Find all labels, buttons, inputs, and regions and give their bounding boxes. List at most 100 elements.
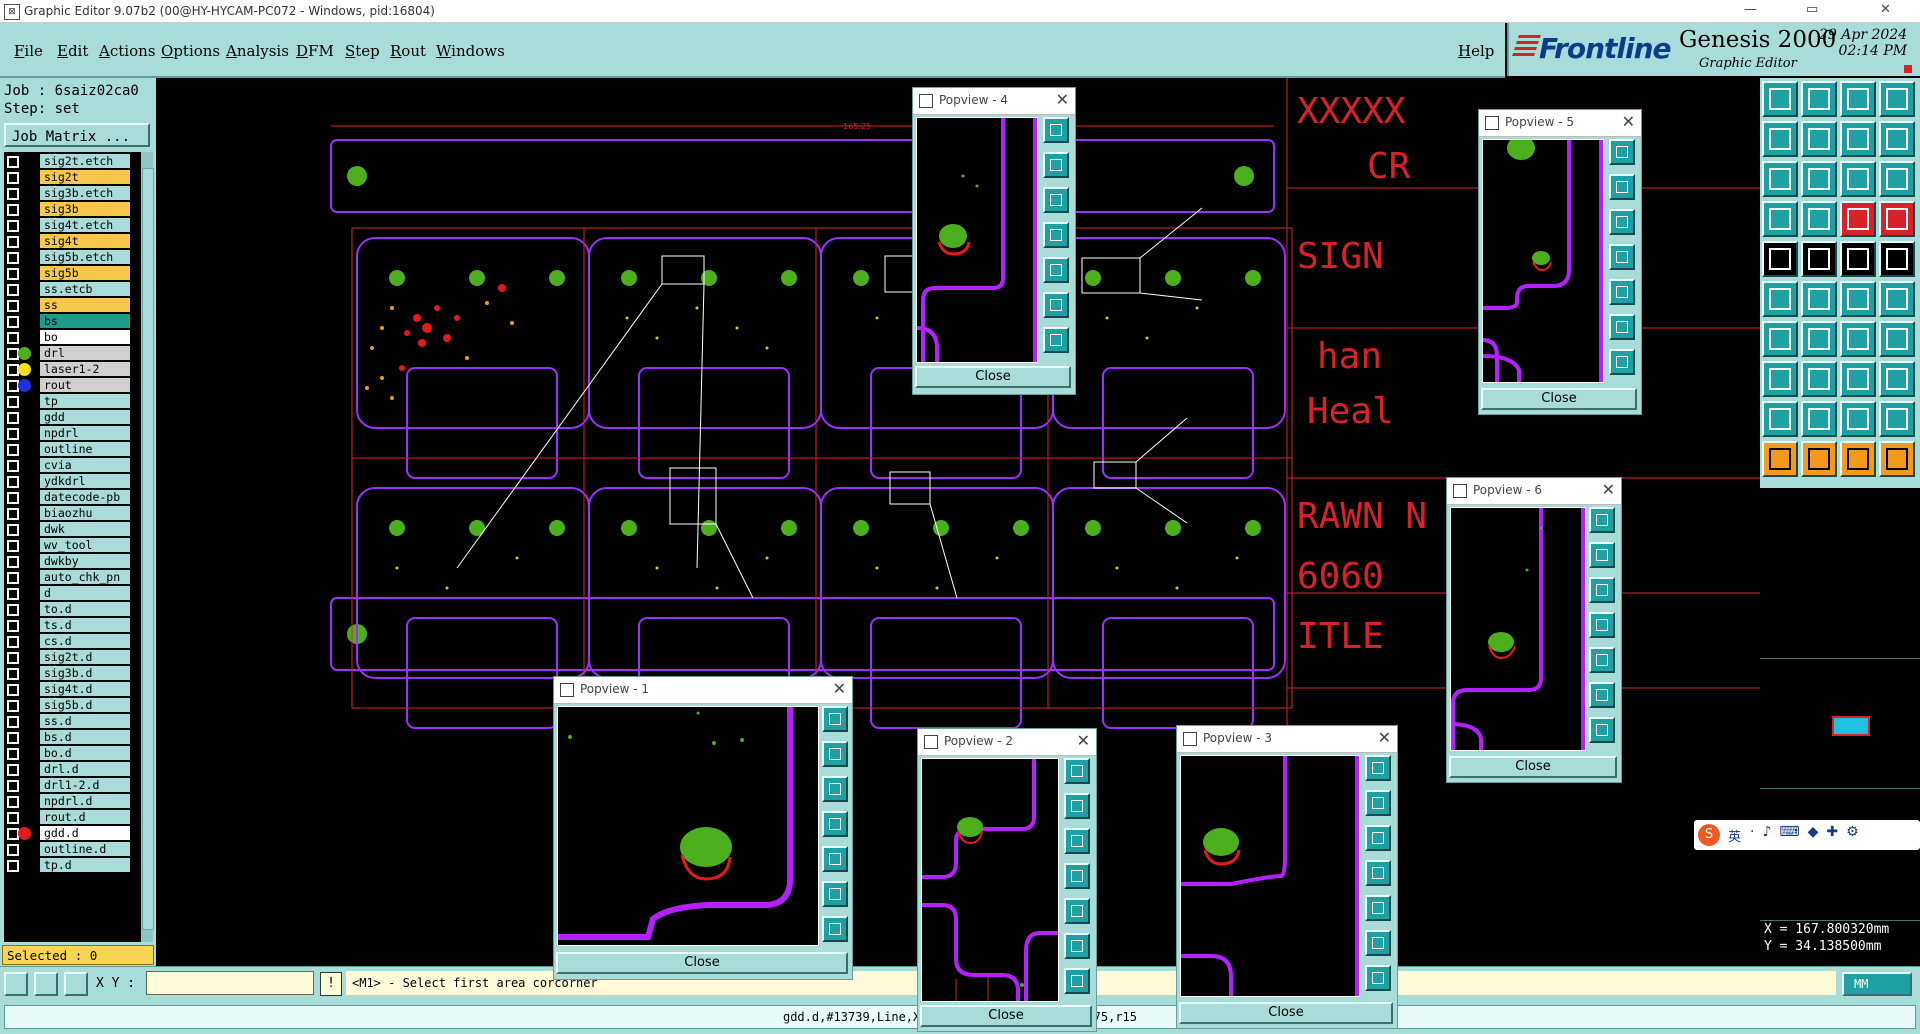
- layer-name[interactable]: sig2t: [40, 170, 130, 184]
- layer-name[interactable]: ss: [40, 298, 130, 312]
- layer-row[interactable]: sig3b.etch: [4, 186, 142, 201]
- popview-close-button[interactable]: Close: [915, 366, 1071, 388]
- pan-down-icon[interactable]: [1589, 577, 1615, 603]
- camera-icon[interactable]: [1762, 241, 1798, 277]
- layer-row[interactable]: cs.d: [4, 634, 142, 649]
- layer-checkbox[interactable]: [7, 396, 19, 408]
- layer-row[interactable]: sig3b.d: [4, 666, 142, 681]
- layer-checkbox[interactable]: [7, 300, 19, 312]
- layer-row[interactable]: gdd.d: [4, 826, 142, 841]
- layer-name[interactable]: bs.d: [40, 730, 130, 744]
- popview-close-button[interactable]: Close: [556, 952, 848, 974]
- cursor-mode-icon[interactable]: [4, 972, 28, 996]
- layer-checkbox[interactable]: [7, 636, 19, 648]
- pan-left-icon[interactable]: [1365, 860, 1391, 886]
- popview-1[interactable]: Popview - 1 ✕ Close: [553, 676, 853, 980]
- layer-name[interactable]: rout: [40, 378, 130, 392]
- popview-5[interactable]: Popview - 5 ✕ Close: [1478, 109, 1642, 415]
- layer-name[interactable]: ts.d: [40, 618, 130, 632]
- split-icon[interactable]: [1879, 321, 1915, 357]
- minimize-icon[interactable]: —: [1744, 2, 1757, 17]
- layer-checkbox[interactable]: [7, 540, 19, 552]
- popview-header[interactable]: Popview - 5 ✕: [1479, 110, 1641, 137]
- pointer4-icon[interactable]: [1879, 441, 1915, 477]
- close-window-icon[interactable]: ✕: [1880, 2, 1891, 17]
- snap-mode-icon[interactable]: [34, 972, 58, 996]
- layer-name[interactable]: sig2t.etch: [40, 154, 130, 168]
- layer-name[interactable]: sig4t: [40, 234, 130, 248]
- layer-checkbox[interactable]: [7, 492, 19, 504]
- ime-toolbar[interactable]: S 英 ·♪⌨◆✚⚙: [1694, 820, 1920, 850]
- layer-checkbox[interactable]: [7, 604, 19, 616]
- layer-name[interactable]: drl: [40, 346, 130, 360]
- a-icon[interactable]: [1801, 401, 1837, 437]
- pan-up-icon[interactable]: [1365, 790, 1391, 816]
- pan-down-icon[interactable]: [1609, 209, 1635, 235]
- layer-row[interactable]: tp: [4, 394, 142, 409]
- square-icon[interactable]: [1762, 361, 1798, 397]
- pin-icon[interactable]: [1801, 201, 1837, 237]
- layer-name[interactable]: drl.d: [40, 762, 130, 776]
- layer-checkbox[interactable]: [7, 668, 19, 680]
- zoom-out-icon[interactable]: [1589, 717, 1615, 743]
- layer-row[interactable]: dwkby: [4, 554, 142, 569]
- layer-name[interactable]: sig3b.d: [40, 666, 130, 680]
- layer-name[interactable]: sig4t.d: [40, 682, 130, 696]
- zoom-out-icon[interactable]: [822, 916, 848, 942]
- layer-row[interactable]: sig2t.etch: [4, 154, 142, 169]
- pan-right-icon[interactable]: [1043, 257, 1069, 283]
- layer-row[interactable]: sig2t: [4, 170, 142, 185]
- fit-icon[interactable]: [822, 881, 848, 907]
- menu-help[interactable]: Help: [1458, 42, 1494, 60]
- pan-right-icon[interactable]: [1609, 279, 1635, 305]
- fit-icon[interactable]: [1064, 933, 1090, 959]
- zoom-out-icon[interactable]: [1609, 349, 1635, 375]
- menu-rout[interactable]: Rout: [390, 42, 426, 60]
- layer-row[interactable]: sig4t: [4, 234, 142, 249]
- home-icon[interactable]: [1840, 81, 1876, 117]
- close-icon[interactable]: ✕: [1602, 480, 1615, 499]
- scale-icon[interactable]: [1879, 121, 1915, 157]
- layer-name[interactable]: tp.d: [40, 858, 130, 872]
- job-matrix-button[interactable]: Job Matrix ...: [4, 123, 150, 147]
- layer-name[interactable]: outline: [40, 442, 130, 456]
- zoom-out-icon[interactable]: [1043, 327, 1069, 353]
- layer-row[interactable]: sig4t.d: [4, 682, 142, 697]
- layer-row[interactable]: ss: [4, 298, 142, 313]
- circle-icon[interactable]: [1879, 241, 1915, 277]
- layer-name[interactable]: to.d: [40, 602, 130, 616]
- popview-canvas[interactable]: [1180, 755, 1360, 997]
- layer-row[interactable]: drl: [4, 346, 142, 361]
- close-icon[interactable]: ✕: [833, 679, 846, 698]
- layer-row[interactable]: bo: [4, 330, 142, 345]
- triangle2-icon[interactable]: [1840, 401, 1876, 437]
- grid-mode-icon[interactable]: [64, 972, 88, 996]
- angle-icon[interactable]: [1762, 321, 1798, 357]
- grid-red2-icon[interactable]: [1879, 201, 1915, 237]
- layer-row[interactable]: dwk: [4, 522, 142, 537]
- layer-row[interactable]: wv_tool: [4, 538, 142, 553]
- layer-row[interactable]: tp.d: [4, 858, 142, 873]
- layer-row[interactable]: bs.d: [4, 730, 142, 745]
- layer-checkbox[interactable]: [7, 252, 19, 264]
- layer-row[interactable]: d: [4, 586, 142, 601]
- layer-name[interactable]: gdd: [40, 410, 130, 424]
- pan-up-icon[interactable]: [822, 741, 848, 767]
- pan-left-icon[interactable]: [1589, 612, 1615, 638]
- layer-checkbox[interactable]: [7, 684, 19, 696]
- layer-checkbox[interactable]: [7, 220, 19, 232]
- layer-checkbox[interactable]: [7, 332, 19, 344]
- menu-step[interactable]: Step: [345, 42, 380, 60]
- layer-row[interactable]: bo.d: [4, 746, 142, 761]
- layer-name[interactable]: cvia: [40, 458, 130, 472]
- layer-row[interactable]: rout: [4, 378, 142, 393]
- arrow-right-icon[interactable]: [1801, 121, 1837, 157]
- layer-checkbox[interactable]: [7, 572, 19, 584]
- popview-close-button[interactable]: Close: [1179, 1002, 1393, 1024]
- layer-checkbox[interactable]: [7, 796, 19, 808]
- layer-checkbox[interactable]: [7, 764, 19, 776]
- execute-button[interactable]: !: [320, 972, 342, 996]
- layer-checkbox[interactable]: [7, 732, 19, 744]
- fit-icon[interactable]: [1589, 682, 1615, 708]
- layer-row[interactable]: sig4t.etch: [4, 218, 142, 233]
